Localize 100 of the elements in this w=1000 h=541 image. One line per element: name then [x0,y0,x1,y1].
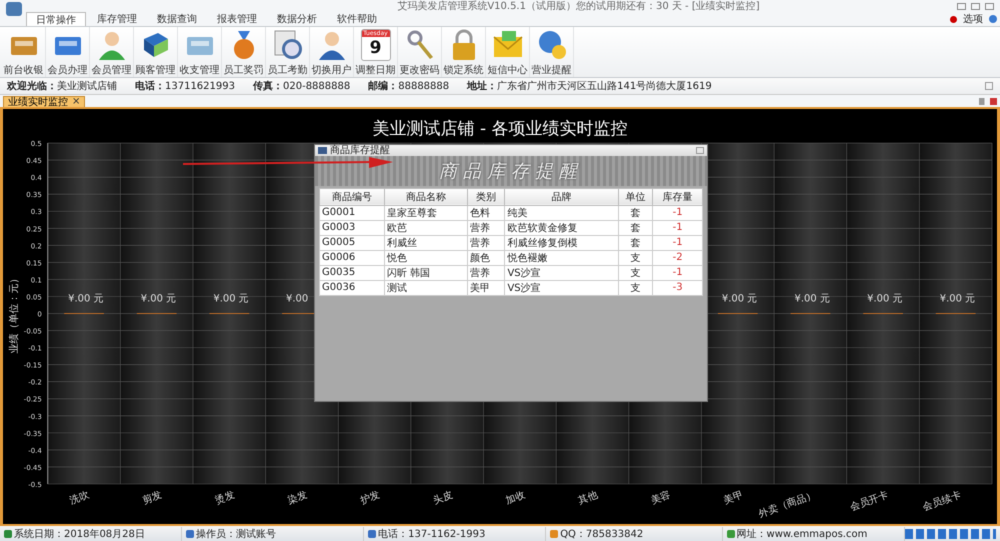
table-cell: 欧芭 [384,220,468,236]
x-tick-label: 洗吹 [68,489,92,506]
info-field: 传真：020-8888888 [253,78,350,93]
document-tab[interactable]: 业绩实时监控 × [3,96,86,107]
table-row[interactable]: G0006 悦色 颜色 悦色褪嫩 支 -2 [320,250,702,266]
table-row[interactable]: G0001 皇家至尊套 色料 纯美 套 -1 [320,205,702,220]
table-cell: -2 [652,250,702,266]
menu-tab[interactable]: 报表管理 [208,12,266,26]
table-cell: G0035 [320,265,384,280]
table-cell: 支 [618,265,653,280]
toolbar-button[interactable]: 前台收银 [2,27,46,77]
column-header[interactable]: 单位 [618,188,653,206]
column-header[interactable]: 商品编号 [320,188,384,206]
value-label: ¥.00 元 [867,293,902,304]
table-cell: 营养 [467,235,505,250]
column-header[interactable]: 类别 [467,188,505,206]
table-cell: 皇家至尊套 [384,205,468,220]
value-label: ¥.00 [286,293,308,304]
toolbar-button[interactable]: 收支管理 [178,27,222,77]
toolbar-button[interactable]: 切换用户 [310,27,354,77]
table-cell: 套 [618,235,653,250]
toolbar-button[interactable]: 员工奖罚 [222,27,266,77]
help-icon[interactable] [989,15,997,23]
status-text: 网址：www.emmapos.com [736,528,868,541]
table-cell: 悦色 [384,250,468,266]
table-cell: 色料 [467,205,505,220]
x-tick-label: 外卖（商品） [757,489,818,520]
status-icon [550,530,558,538]
status-text: 系统日期：2018年08月28日 [14,528,145,541]
info-field: 邮编：88888888 [368,78,450,93]
menu-tab[interactable]: 日常操作 [26,12,86,26]
window-title: 艾玛美发店管理系统V10.5.1（试用版）您的试用期还有：30 天 - [业绩实时监控] [396,0,761,13]
table-cell: 闪昕 韩国 [384,265,468,280]
x-tick-label: 加收 [504,489,527,506]
x-tick-label: 烫发 [214,489,236,506]
chart-title: 美业测试店铺 - 各项业绩实时监控 [372,118,628,138]
menu-tab[interactable]: 数据分析 [268,12,326,26]
table-cell: 利威丝 [384,235,468,250]
status-icon [726,530,735,538]
toolbar-button[interactable]: 会员管理 [90,27,134,77]
menu-tab[interactable]: 库存管理 [88,12,146,26]
toolbar-button[interactable]: 营业提醒 [530,27,574,77]
table-cell: -1 [652,220,702,236]
table-cell: G0006 [320,250,384,266]
dialog-title: 商品库存提醒 [330,144,390,158]
table-cell: 营养 [467,220,505,236]
table-cell: -3 [652,280,702,296]
status-text: 电话：137-1162-1993 [378,528,486,541]
toolbar-button[interactable]: 会员办理 [46,27,90,77]
table-cell: G0005 [320,235,384,250]
y-axis-label: 业绩（单位：元） [8,273,20,354]
table-cell: 悦色褪嫩 [504,250,618,266]
value-label: ¥.00 元 [940,293,976,304]
table-cell: 测试 [384,280,468,296]
close-icon[interactable] [696,146,704,154]
status-dot-icon [950,16,957,22]
table-cell: 套 [618,220,653,236]
value-label: ¥.00 元 [794,293,830,304]
restore-icon[interactable] [971,2,980,10]
table-cell: 美甲 [467,280,505,296]
column-header[interactable]: 商品名称 [384,188,468,206]
table-cell: -1 [652,265,702,280]
menu-tab[interactable]: 软件帮助 [328,12,386,26]
minimize-icon[interactable] [957,2,966,10]
pin-icon[interactable] [985,82,993,90]
column-header[interactable]: 库存量 [652,188,702,206]
value-label: ¥.00 元 [213,293,249,304]
toolbar-button[interactable]: 顾客管理 [134,27,178,77]
table-cell: 套 [618,205,653,220]
table-cell: VS沙宣 [504,280,618,296]
table-cell: 利威丝修复倒模 [504,235,618,250]
status-icon [186,530,194,538]
options-menu[interactable]: 选项 [963,12,983,26]
table-row[interactable]: G0003 欧芭 营养 欧芭软黄金修复 套 -1 [320,220,702,236]
x-tick-label: 美容 [650,489,672,506]
close-icon[interactable] [985,2,994,10]
x-tick-label: 染发 [286,489,309,506]
table-cell: VS沙宣 [504,265,618,280]
value-label: ¥.00 元 [722,293,758,304]
table-cell: 支 [618,280,653,296]
table-cell: 欧芭软黄金修复 [504,220,618,236]
x-tick-label: 会员续卡 [921,489,963,514]
value-label: ¥.00 元 [140,293,176,304]
x-tick-label: 护发 [359,489,382,506]
table-cell: 营养 [467,265,505,280]
status-icon [4,530,12,538]
table-cell: -1 [652,205,702,220]
banner: 商品库存提醒 [315,156,707,186]
toolbar-button[interactable]: 短信中心 [486,27,530,77]
toolbar-button[interactable]: 更改密码 [398,27,442,77]
table-row[interactable]: G0005 利威丝 营养 利威丝修复倒模 套 -1 [320,235,702,250]
table-row[interactable]: G0035 闪昕 韩国 营养 VS沙宣 支 -1 [320,265,702,280]
table-cell: 纯美 [504,205,618,220]
table-row[interactable]: G0036 测试 美甲 VS沙宣 支 -3 [320,280,702,296]
table-cell: 颜色 [467,250,505,266]
column-header[interactable]: 品牌 [504,188,618,206]
toolbar-button[interactable]: 员工考勤 [266,27,310,77]
info-field: 电话：13711621993 [135,78,235,93]
toolbar-button[interactable]: 锁定系统 [442,27,486,77]
menu-tab[interactable]: 数据查询 [148,12,206,26]
